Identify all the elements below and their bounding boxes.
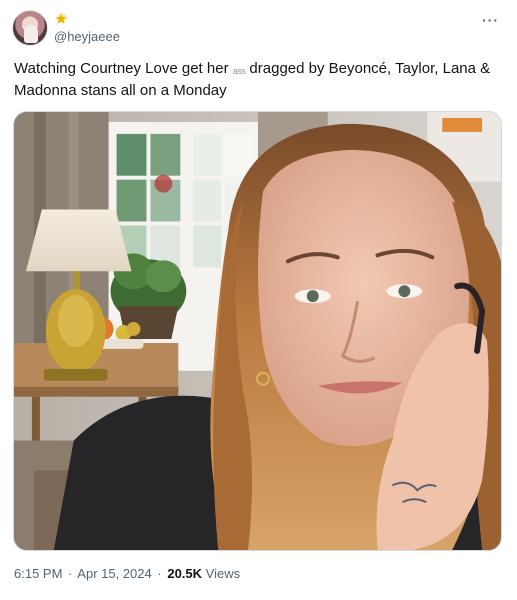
- meta-separator: ·: [157, 566, 162, 581]
- tweet-date[interactable]: Apr 15, 2024: [77, 566, 151, 581]
- star-badge-icon: [55, 12, 68, 24]
- tweet-meta: 6:15 PM · Apr 15, 2024 · 20.5K Views: [14, 566, 240, 581]
- tweet-time[interactable]: 6:15 PM: [14, 566, 62, 581]
- author-handle[interactable]: @heyjaeee: [54, 29, 120, 44]
- tweet-photo[interactable]: [13, 111, 502, 551]
- views-label: Views: [205, 566, 241, 581]
- tweet-text-line1-rest: dragged by Beyoncé, Taylor, Lana &: [245, 60, 491, 77]
- tweet-card: @heyjaeee ··· Watching Courtney Love get…: [0, 0, 517, 600]
- views-count: 20.5K: [167, 566, 203, 581]
- meta-separator: ·: [68, 566, 73, 581]
- tweet-text-line2: Madonna stans all on a Monday: [14, 82, 227, 99]
- tweet-header: @heyjaeee ···: [12, 10, 505, 50]
- avatar[interactable]: [12, 10, 48, 46]
- more-options-button[interactable]: ···: [482, 12, 499, 28]
- tweet-text: Watching Courtney Love get her ass dragg…: [14, 58, 502, 102]
- tweet-text-censored: ass: [232, 66, 246, 76]
- tweet-text-line1: Watching Courtney Love get her: [14, 60, 233, 77]
- photo-image: [14, 112, 501, 550]
